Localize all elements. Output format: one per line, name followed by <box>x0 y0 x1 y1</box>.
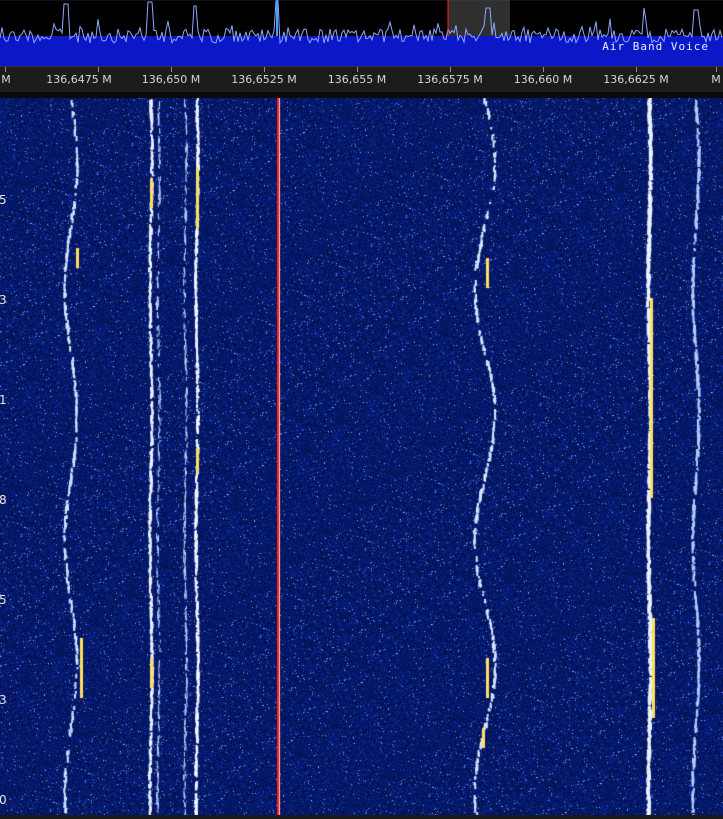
filter-bandwidth-highlight[interactable] <box>448 0 510 36</box>
time-label: 5 <box>0 193 7 207</box>
spectrum-display[interactable]: Air Band Voice <box>0 0 723 66</box>
freq-label: 136,6625 M <box>603 73 669 86</box>
freq-tick <box>450 67 451 72</box>
freq-label: M <box>711 73 721 86</box>
freq-tick <box>543 67 544 72</box>
time-label: 1 <box>0 393 7 407</box>
time-label: 8 <box>0 493 7 507</box>
freq-tick <box>171 67 172 72</box>
freq-label: 136,6475 M <box>46 73 112 86</box>
freq-label: 136,650 M <box>141 73 201 86</box>
freq-tick <box>357 67 358 72</box>
time-label: 3 <box>0 693 7 707</box>
time-label: 0 <box>0 793 7 807</box>
freq-tick <box>98 67 99 72</box>
freq-label: 136,655 M <box>327 73 387 86</box>
freq-tick <box>5 67 6 72</box>
spectrum-plot[interactable] <box>0 0 723 66</box>
freq-label: 136,660 M <box>513 73 573 86</box>
time-label: 5 <box>0 593 7 607</box>
band-label: Air Band Voice <box>602 40 709 53</box>
time-label: 3 <box>0 293 7 307</box>
freq-tick <box>636 67 637 72</box>
freq-label: 136,6575 M <box>417 73 483 86</box>
waterfall-canvas[interactable] <box>0 98 723 815</box>
waterfall-display[interactable]: 5 3 1 8 5 3 0 <box>0 98 723 815</box>
frequency-axis: M 136,6475 M 136,650 M 136,6525 M 136,65… <box>0 66 723 93</box>
freq-tick <box>716 67 717 72</box>
bottom-border <box>0 815 723 819</box>
freq-tick <box>264 67 265 72</box>
freq-label: 136,6525 M <box>231 73 297 86</box>
freq-label: M <box>1 73 11 86</box>
